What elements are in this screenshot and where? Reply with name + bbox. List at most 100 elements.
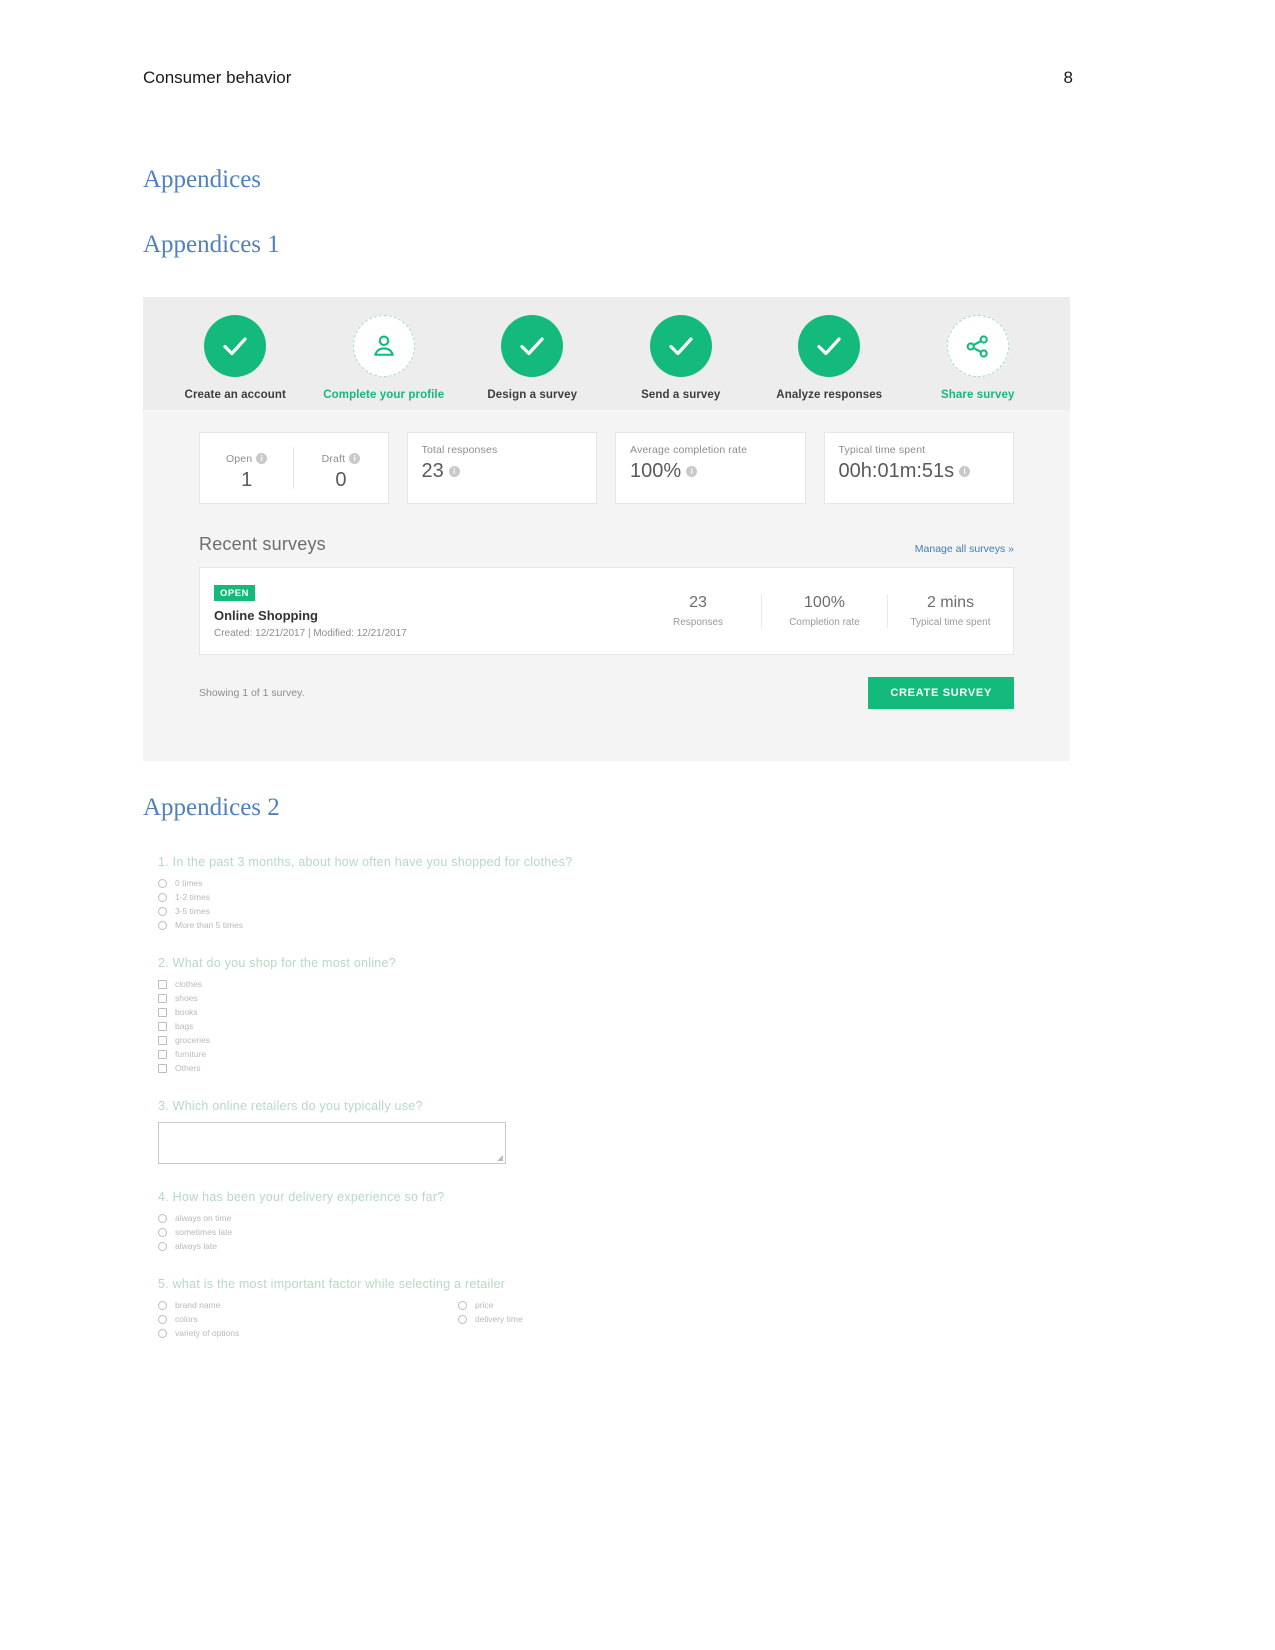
info-icon[interactable]: i xyxy=(686,466,698,477)
option-label: bags xyxy=(175,1021,194,1031)
retailers-textarea[interactable] xyxy=(158,1122,506,1164)
question-4: 4. How has been your delivery experience… xyxy=(158,1190,918,1251)
option-row[interactable]: clothes xyxy=(158,979,918,989)
question-text: 4. How has been your delivery experience… xyxy=(158,1190,445,1204)
heading-appendix-1: Appendices 1 xyxy=(143,231,280,258)
option-row[interactable]: 0 times xyxy=(158,878,918,888)
option-row[interactable]: brand name xyxy=(158,1300,458,1310)
option-row[interactable]: variety of options xyxy=(158,1328,458,1338)
radio-icon[interactable] xyxy=(158,878,167,888)
dashboard-screenshot: Create an account Complete your profile xyxy=(143,297,1070,761)
stat-total-responses-value: 23 xyxy=(421,460,444,482)
option-row[interactable]: colors xyxy=(158,1314,458,1324)
radio-icon[interactable] xyxy=(158,1213,167,1223)
option-row[interactable]: bags xyxy=(158,1021,918,1031)
manage-all-surveys-link[interactable]: Manage all surveys » xyxy=(915,543,1014,555)
stat-card-total-responses: Total responses 23 i xyxy=(406,432,598,504)
option-row[interactable]: books xyxy=(158,1007,918,1017)
option-label: sometimes late xyxy=(175,1227,233,1237)
stat-card-avg-completion: Average completion rate 100% i xyxy=(615,432,806,504)
option-row[interactable]: sometimes late xyxy=(158,1227,918,1237)
metric-typical-time: 2 mins Typical time spent xyxy=(887,594,1013,628)
stat-draft-value: 0 xyxy=(335,468,347,491)
document-page: Consumer behavior 8 Appendices Appendice… xyxy=(0,0,1275,1650)
option-label: furniture xyxy=(175,1049,207,1059)
question-text: 5. what is the most important factor whi… xyxy=(158,1277,506,1291)
step-share-survey[interactable]: Share survey xyxy=(904,315,1053,401)
option-row[interactable]: shoes xyxy=(158,993,918,1003)
radio-icon[interactable] xyxy=(458,1314,467,1324)
info-icon[interactable]: i xyxy=(448,466,460,477)
stat-typical-time-label: Typical time spent xyxy=(838,444,926,456)
option-row[interactable]: furniture xyxy=(158,1049,918,1059)
option-row[interactable]: delivery time xyxy=(458,1314,758,1324)
radio-icon[interactable] xyxy=(158,920,167,930)
question-2: 2. What do you shop for the most online?… xyxy=(158,956,918,1073)
radio-icon[interactable] xyxy=(158,1227,167,1237)
table-row[interactable]: OPEN Online Shopping Created: 12/21/2017… xyxy=(199,567,1014,655)
step-design-a-survey[interactable]: Design a survey xyxy=(458,315,607,401)
check-icon xyxy=(204,315,267,377)
option-label: colors xyxy=(175,1314,198,1324)
survey-metrics: 23 Responses 100% Completion rate 2 mins… xyxy=(635,594,1013,628)
option-label: 3-5 times xyxy=(175,906,210,916)
checkbox-icon[interactable] xyxy=(158,993,167,1003)
option-row[interactable]: price xyxy=(458,1300,758,1310)
stat-typical-time-value-wrap: 00h:01m:51s i xyxy=(839,460,999,483)
option-label: brand name xyxy=(175,1300,221,1310)
step-send-a-survey[interactable]: Send a survey xyxy=(607,315,756,401)
radio-icon[interactable] xyxy=(158,1328,167,1338)
radio-icon[interactable] xyxy=(158,1314,167,1324)
radio-icon[interactable] xyxy=(158,892,167,902)
option-label: delivery time xyxy=(475,1314,523,1324)
info-icon[interactable]: i xyxy=(959,466,971,477)
recent-surveys-section: Recent surveys Manage all surveys » OPEN… xyxy=(143,504,1070,655)
info-icon[interactable]: i xyxy=(256,453,268,464)
create-survey-button[interactable]: CREATE SURVEY xyxy=(868,677,1014,709)
stat-draft-label: Draft xyxy=(321,452,346,465)
metric-responses: 23 Responses xyxy=(635,594,761,628)
option-row[interactable]: Others xyxy=(158,1063,918,1073)
checkbox-icon[interactable] xyxy=(158,979,167,989)
option-row[interactable]: always on time xyxy=(158,1213,918,1223)
stat-label: Draft i xyxy=(322,453,361,465)
check-icon xyxy=(798,315,861,377)
option-row[interactable]: groceries xyxy=(158,1035,918,1045)
showing-count: Showing 1 of 1 survey. xyxy=(199,687,305,699)
step-create-an-account[interactable]: Create an account xyxy=(161,315,310,401)
info-icon[interactable]: i xyxy=(349,453,361,464)
step-analyze-responses[interactable]: Analyze responses xyxy=(755,315,904,401)
options-column-right: price delivery time xyxy=(458,1300,758,1342)
heading-appendix-2: Appendices 2 xyxy=(143,794,280,821)
option-row[interactable]: always late xyxy=(158,1241,918,1251)
stat-avg-completion-label: Average completion rate xyxy=(630,444,748,456)
radio-icon[interactable] xyxy=(158,1300,167,1310)
metric-label: Typical time spent xyxy=(910,617,991,628)
checkbox-icon[interactable] xyxy=(158,1007,167,1017)
survey-dates: Created: 12/21/2017 | Modified: 12/21/20… xyxy=(214,628,407,640)
radio-icon[interactable] xyxy=(158,1241,167,1251)
step-label: Analyze responses xyxy=(776,389,883,401)
option-label: price xyxy=(475,1300,494,1310)
step-complete-your-profile[interactable]: Complete your profile xyxy=(310,315,459,401)
checkbox-icon[interactable] xyxy=(158,1063,167,1073)
checkbox-icon[interactable] xyxy=(158,1021,167,1031)
checkbox-icon[interactable] xyxy=(158,1035,167,1045)
survey-name[interactable]: Online Shopping xyxy=(214,608,635,623)
question-5-options: brand name colors variety of options pri… xyxy=(158,1300,918,1342)
metric-label: Completion rate xyxy=(789,617,860,628)
option-label: Others xyxy=(175,1063,201,1073)
option-row[interactable]: 1-2 times xyxy=(158,892,918,902)
metric-value: 2 mins xyxy=(926,594,975,611)
recent-surveys-header: Recent surveys Manage all surveys » xyxy=(199,534,1014,567)
option-row[interactable]: 3-5 times xyxy=(158,906,918,916)
document-header: Consumer behavior 8 xyxy=(143,68,1073,88)
checkbox-icon[interactable] xyxy=(158,1049,167,1059)
option-row[interactable]: More than 5 times xyxy=(158,920,918,930)
radio-icon[interactable] xyxy=(158,906,167,916)
recent-surveys-footer: Showing 1 of 1 survey. CREATE SURVEY xyxy=(143,655,1070,709)
survey-info: OPEN Online Shopping Created: 12/21/2017… xyxy=(214,583,635,640)
share-icon xyxy=(946,315,1009,377)
option-label: variety of options xyxy=(175,1328,240,1338)
radio-icon[interactable] xyxy=(458,1300,467,1310)
